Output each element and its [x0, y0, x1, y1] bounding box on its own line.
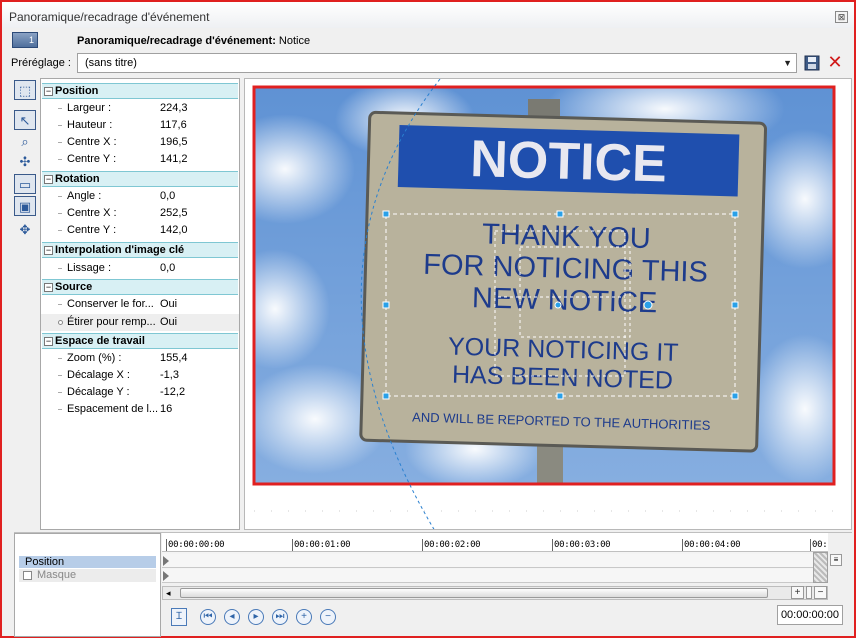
keyframe-timeline: Position Masque 00:00:00:00 00:00:01:00 … [14, 532, 852, 637]
preset-label: Préréglage : [11, 57, 71, 69]
delete-keyframe-icon[interactable]: − [320, 609, 336, 625]
prop-row-decalage-y[interactable]: Décalage Y : -12,2 [41, 384, 239, 401]
add-keyframe-icon[interactable]: + [296, 609, 312, 625]
time-ruler[interactable]: 00:00:00:00 00:00:01:00 00:00:02:00 00:0… [162, 533, 828, 552]
vertical-scrollbar[interactable] [813, 552, 828, 583]
move-anchor-icon[interactable]: ✣ [14, 152, 36, 172]
handle-left[interactable] [382, 301, 390, 309]
prop-row-largeur[interactable]: Largeur :224,3 [41, 100, 239, 117]
preset-dropdown[interactable]: (sans titre) ▼ [77, 53, 797, 73]
ruler-tick: 00: [810, 539, 828, 551]
menu-icon[interactable]: ≡ [830, 554, 842, 566]
ruler-tick: 00:00:04:00 [682, 539, 741, 551]
window-title: Panoramique/recadrage d'événement [9, 10, 210, 24]
category-interpolation[interactable]: − Interpolation d'image clé [42, 242, 238, 258]
lane-mask[interactable] [162, 569, 813, 583]
keyframe-marker[interactable] [163, 556, 169, 566]
collapse-icon[interactable]: − [44, 283, 53, 292]
prop-row-rot-centre-y[interactable]: Centre Y :142,0 [41, 222, 239, 239]
time-display[interactable]: 00:00:00:00 [777, 605, 843, 625]
prop-row-centre-x[interactable]: Centre X :196,5 [41, 134, 239, 151]
properties-panel: − Position Largeur :224,3 Hauteur :117,6 … [40, 78, 240, 530]
zoom-out-button[interactable]: − [814, 586, 827, 599]
event-button[interactable]: 1 [12, 32, 38, 48]
collapse-icon[interactable]: − [44, 337, 53, 346]
select-icon[interactable]: ↖ [14, 110, 36, 130]
scroll-left-icon[interactable]: ◂ [166, 587, 171, 599]
preset-value: (sans titre) [85, 57, 137, 69]
move-freely-icon[interactable]: ✥ [14, 220, 36, 240]
collapse-icon[interactable]: − [44, 246, 53, 255]
prop-row-rot-centre-x[interactable]: Centre X :252,5 [41, 205, 239, 222]
handle-top-right[interactable] [731, 210, 739, 218]
prop-row-lissage[interactable]: Lissage :0,0 [41, 260, 239, 277]
prop-row-decalage-x[interactable]: Décalage X : -1,3 [41, 367, 239, 384]
category-source[interactable]: − Source [42, 279, 238, 295]
ruler-tick: 00:00:00:00 [166, 539, 225, 551]
ruler-tick: 00:00:01:00 [292, 539, 351, 551]
handle-bottom-left[interactable] [382, 392, 390, 400]
tool-strip: ⬚ ↖ ⌕ ✣ ▭ ▣ ✥ [10, 78, 40, 530]
event-name: Notice [278, 35, 311, 47]
prev-keyframe-icon[interactable]: ◂ [224, 609, 240, 625]
track-mask[interactable]: Masque [19, 569, 156, 582]
notice-sign: NOTICE THANK YOU FOR NOTICING THIS NEW N… [359, 110, 768, 453]
keyframe-toolbar: Ɪ ⏮ ◂ ▸ ⏭ + − 00:00:00:00 [162, 603, 843, 633]
event-header: Panoramique/recadrage d'événement: Notic… [77, 35, 310, 47]
scroll-thumb[interactable] [180, 588, 768, 598]
collapse-icon[interactable]: − [44, 175, 53, 184]
sign-line-1: THANK YOU [482, 218, 651, 255]
mask-checkbox[interactable] [23, 571, 32, 580]
fit-frame-icon[interactable]: ▣ [14, 196, 36, 216]
rotation-handle[interactable] [643, 300, 653, 310]
zoom-icon[interactable]: ⌕ [14, 132, 36, 152]
pan-crop-window: Panoramique/recadrage d'événement ⊠ 1 Pa… [0, 0, 856, 638]
zoom-in-button[interactable]: + [791, 586, 804, 599]
sign-header: NOTICE [470, 130, 668, 193]
ruler-tick: 00:00:03:00 [552, 539, 611, 551]
lane-position[interactable] [162, 554, 813, 568]
handle-bottom-right[interactable] [731, 392, 739, 400]
event-header-label: Panoramique/recadrage d'événement: [77, 35, 276, 47]
prop-row-centre-y[interactable]: Centre Y :141,2 [41, 151, 239, 168]
track-list: Position Masque [14, 533, 161, 637]
prop-row-angle[interactable]: Angle :0,0 [41, 188, 239, 205]
prop-row-etirer[interactable]: Étirer pour remp... Oui [41, 314, 239, 331]
handle-top-left[interactable] [382, 210, 390, 218]
center-point[interactable] [554, 301, 562, 309]
keyframe-lanes[interactable] [162, 552, 813, 583]
delete-icon[interactable]: ✕ [826, 53, 844, 71]
normal-edit-icon[interactable]: ⬚ [14, 80, 36, 100]
category-position[interactable]: − Position [42, 83, 238, 99]
keyframe-marker[interactable] [163, 571, 169, 581]
collapse-icon[interactable]: − [44, 87, 53, 96]
prop-row-conserver[interactable]: Conserver le for... Oui [41, 296, 239, 313]
zoom-slider[interactable] [806, 586, 812, 599]
lock-envelope-icon[interactable]: Ɪ [171, 608, 187, 626]
prop-row-hauteur[interactable]: Hauteur :117,6 [41, 117, 239, 134]
preview-canvas[interactable]: NOTICE THANK YOU FOR NOTICING THIS NEW N… [245, 79, 852, 530]
handle-top[interactable] [556, 210, 564, 218]
first-keyframe-icon[interactable]: ⏮ [200, 609, 216, 625]
sync-cursor-icon[interactable]: ▭ [14, 174, 36, 194]
prop-row-zoom[interactable]: Zoom (%) :155,4 [41, 350, 239, 367]
category-workspace[interactable]: − Espace de travail [42, 333, 238, 349]
category-rotation[interactable]: − Rotation [42, 171, 238, 187]
track-position[interactable]: Position [19, 556, 156, 568]
prop-row-espacement[interactable]: Espacement de l... 16 [41, 401, 239, 418]
ruler-tick: 00:00:02:00 [422, 539, 481, 551]
last-keyframe-icon[interactable]: ⏭ [272, 609, 288, 625]
vertical-scroll-buttons[interactable]: ≡ [829, 552, 844, 583]
horizontal-scrollbar[interactable]: ◂ ▸ [162, 586, 828, 600]
handle-bottom[interactable] [556, 392, 564, 400]
close-button[interactable]: ⊠ [835, 11, 848, 23]
save-icon[interactable] [804, 55, 820, 71]
preview-area[interactable]: NOTICE THANK YOU FOR NOTICING THIS NEW N… [244, 78, 852, 530]
next-keyframe-icon[interactable]: ▸ [248, 609, 264, 625]
dropdown-arrow-icon: ▼ [783, 58, 792, 68]
title-bar: Panoramique/recadrage d'événement ⊠ [2, 2, 854, 28]
handle-right[interactable] [731, 301, 739, 309]
